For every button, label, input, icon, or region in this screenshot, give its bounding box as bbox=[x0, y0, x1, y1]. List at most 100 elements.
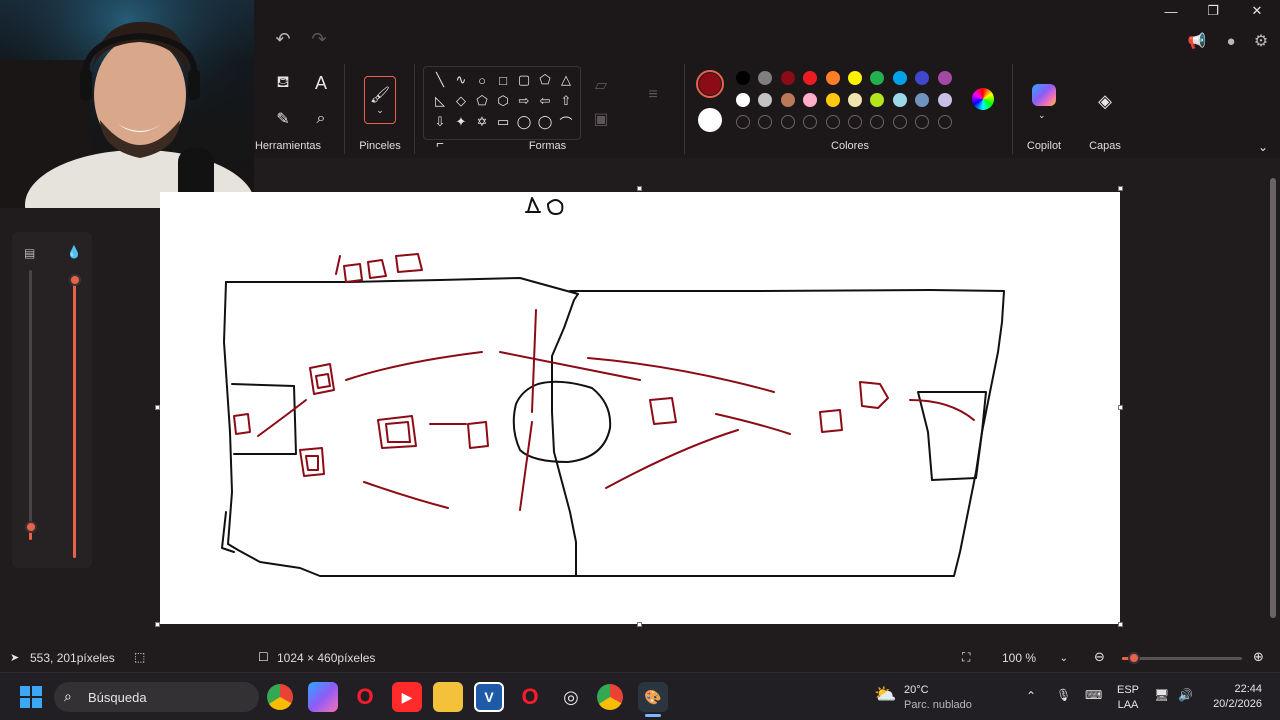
resize-handle[interactable] bbox=[637, 186, 642, 191]
color-swatch[interactable] bbox=[870, 93, 885, 107]
color-swatch[interactable] bbox=[937, 71, 952, 85]
size-slider-track[interactable] bbox=[29, 270, 32, 540]
shape-option[interactable]: □ bbox=[493, 70, 513, 90]
color-swatch[interactable] bbox=[847, 93, 862, 107]
opera-icon[interactable]: O bbox=[350, 682, 380, 712]
zoom-in-icon[interactable]: ⊕ bbox=[1253, 649, 1264, 665]
microphone-icon[interactable]: 🎙 bbox=[1056, 688, 1071, 702]
magnifier-icon[interactable]: ⌕ bbox=[308, 106, 334, 132]
color-swatch[interactable] bbox=[892, 71, 907, 85]
color-swatch[interactable] bbox=[892, 93, 907, 107]
resize-handle[interactable] bbox=[637, 622, 642, 627]
resize-handle[interactable] bbox=[155, 405, 160, 410]
color-swatch[interactable] bbox=[937, 93, 952, 107]
start-button[interactable] bbox=[20, 686, 42, 708]
language-top[interactable]: ESP bbox=[1116, 684, 1140, 696]
shape-option[interactable]: ⌐ bbox=[430, 133, 450, 153]
primary-color-button[interactable] bbox=[696, 70, 724, 98]
edit-colors-icon[interactable] bbox=[972, 88, 994, 110]
redo-icon[interactable]: ↷ bbox=[306, 26, 332, 52]
shape-option[interactable]: ◇ bbox=[451, 91, 471, 111]
size-slider-thumb[interactable] bbox=[25, 520, 37, 533]
color-swatch[interactable] bbox=[758, 93, 773, 107]
zoom-slider-track[interactable] bbox=[1122, 657, 1242, 660]
youtube-icon[interactable]: ▶ bbox=[392, 682, 422, 712]
account-icon[interactable]: ● bbox=[1218, 28, 1244, 54]
color-swatch[interactable] bbox=[825, 93, 840, 107]
line-width-icon[interactable]: ≡ bbox=[640, 82, 666, 108]
color-swatch[interactable] bbox=[870, 71, 885, 85]
opera-gx-icon[interactable]: O bbox=[515, 682, 545, 712]
weather-temp[interactable]: 20°C bbox=[904, 684, 929, 696]
color-swatch[interactable] bbox=[736, 71, 750, 85]
tray-chevron-icon[interactable]: ⌃ bbox=[1026, 689, 1036, 703]
secondary-color-button[interactable] bbox=[698, 108, 722, 132]
shape-option[interactable]: ⇩ bbox=[430, 112, 450, 132]
weather-desc[interactable]: Parc. nublado bbox=[904, 699, 972, 711]
minimize-button[interactable]: — bbox=[1148, 0, 1194, 22]
restore-button[interactable]: ❐ bbox=[1190, 0, 1236, 22]
custom-color-slot[interactable] bbox=[892, 115, 907, 129]
color-swatch[interactable] bbox=[825, 71, 840, 85]
undo-icon[interactable]: ↶ bbox=[270, 26, 296, 52]
color-swatch[interactable] bbox=[780, 93, 795, 107]
share-icon[interactable]: 📢 bbox=[1184, 28, 1210, 54]
color-swatch[interactable] bbox=[803, 93, 818, 107]
zoom-out-icon[interactable]: ⊖ bbox=[1094, 649, 1105, 665]
clock-date[interactable]: 20/2/2026 bbox=[1204, 698, 1262, 710]
custom-color-slot[interactable] bbox=[915, 115, 930, 129]
shape-option[interactable]: ✦ bbox=[451, 112, 471, 132]
resize-handle[interactable] bbox=[1118, 405, 1123, 410]
settings-icon[interactable]: ⚙ bbox=[1248, 28, 1274, 54]
custom-color-slot[interactable] bbox=[780, 115, 795, 129]
custom-color-slot[interactable] bbox=[736, 115, 750, 129]
vegas-icon[interactable]: V bbox=[474, 682, 504, 712]
shape-option[interactable]: ⇦ bbox=[535, 91, 555, 111]
custom-color-slot[interactable] bbox=[758, 115, 773, 129]
shape-option[interactable]: ◯ bbox=[514, 112, 534, 132]
keyboard-icon[interactable]: ⌨ bbox=[1085, 688, 1102, 702]
fill-style-icon[interactable]: ▣ bbox=[588, 106, 614, 132]
fit-to-window-icon[interactable]: ⛶ bbox=[962, 650, 970, 665]
shape-option[interactable]: ⇧ bbox=[556, 91, 576, 111]
shape-option[interactable]: △ bbox=[556, 70, 576, 90]
close-button[interactable]: ✕ bbox=[1234, 0, 1280, 22]
color-picker-icon[interactable]: ✎ bbox=[270, 106, 296, 132]
zoom-select[interactable]: 100 % ⌄ bbox=[996, 648, 1074, 668]
language-bottom[interactable]: LAA bbox=[1116, 699, 1140, 711]
opacity-slider-thumb[interactable] bbox=[69, 274, 81, 286]
color-swatch[interactable] bbox=[915, 71, 930, 85]
clock-time[interactable]: 22:44 bbox=[1204, 683, 1262, 695]
chrome-icon[interactable] bbox=[267, 684, 293, 710]
shape-option[interactable]: ◯ bbox=[535, 112, 555, 132]
shape-option[interactable]: ⬡ bbox=[493, 91, 513, 111]
text-icon[interactable]: A bbox=[308, 70, 334, 96]
shape-option[interactable]: ∿ bbox=[451, 70, 471, 90]
shape-option[interactable]: ⬠ bbox=[535, 70, 555, 90]
custom-color-slot[interactable] bbox=[825, 115, 840, 129]
drawing-canvas[interactable] bbox=[160, 192, 1120, 624]
color-swatch[interactable] bbox=[915, 93, 930, 107]
shape-option[interactable]: ○ bbox=[472, 70, 492, 90]
shape-option[interactable]: ✡ bbox=[472, 112, 492, 132]
taskbar-search[interactable]: ⌕ Búsqueda bbox=[54, 682, 259, 712]
paint-icon[interactable]: 🎨 bbox=[638, 682, 668, 712]
shape-option[interactable]: ⇨ bbox=[514, 91, 534, 111]
layers-icon[interactable]: ◈ bbox=[1092, 88, 1118, 114]
shape-option[interactable]: ▢ bbox=[514, 70, 534, 90]
shape-option[interactable]: ⌒ bbox=[556, 112, 576, 132]
copilot-icon[interactable] bbox=[1032, 84, 1056, 106]
shape-option[interactable]: ▭ bbox=[493, 112, 513, 132]
resize-handle[interactable] bbox=[1118, 622, 1123, 627]
shape-option[interactable]: ◺ bbox=[430, 91, 450, 111]
color-swatch[interactable] bbox=[847, 71, 862, 85]
volume-icon[interactable]: 🔊 bbox=[1178, 688, 1193, 702]
chrome-profile-icon[interactable] bbox=[597, 684, 623, 710]
color-swatch[interactable] bbox=[736, 93, 750, 107]
outline-icon[interactable]: ▱ bbox=[588, 72, 614, 98]
color-swatch[interactable] bbox=[803, 71, 818, 85]
resize-handle[interactable] bbox=[155, 622, 160, 627]
copilot-app-icon[interactable] bbox=[308, 682, 338, 712]
collapse-ribbon-icon[interactable]: ⌄ bbox=[1258, 140, 1268, 154]
file-explorer-icon[interactable] bbox=[433, 682, 463, 712]
